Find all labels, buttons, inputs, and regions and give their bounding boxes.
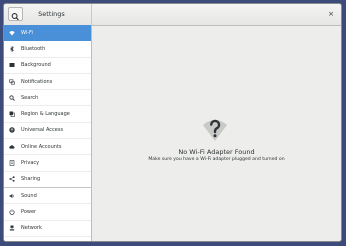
- network-icon: [9, 225, 15, 231]
- sidebar-item-privacy[interactable]: Privacy: [4, 155, 91, 172]
- wifi-question-icon: [203, 119, 227, 141]
- sidebar-item-label: Bluetooth: [21, 45, 46, 52]
- sharing-icon: [9, 176, 15, 183]
- sidebar-item-label: Sound: [21, 192, 37, 199]
- sidebar-item-region[interactable]: Region & Language: [4, 106, 91, 123]
- sidebar-title: Settings: [38, 10, 65, 18]
- header-bar: Settings ×: [4, 4, 341, 26]
- sidebar-item-label: Wi-Fi: [21, 29, 33, 36]
- sidebar-item-label: Universal Access: [21, 127, 64, 134]
- sidebar-item-label: Background: [21, 62, 51, 69]
- power-icon: [9, 209, 15, 215]
- sidebar-item-label: Sharing: [21, 176, 41, 183]
- wifi-icon: [9, 30, 15, 36]
- sidebar-item-label: Region & Language: [21, 111, 70, 118]
- sidebar-item-power[interactable]: Power: [4, 204, 91, 221]
- sidebar-item-label: Privacy: [21, 160, 40, 167]
- sidebar-item-sound[interactable]: Sound: [4, 188, 91, 205]
- sound-icon: [9, 193, 15, 199]
- main-content: No Wi-Fi Adapter Found Make sure you hav…: [92, 25, 341, 241]
- sidebar-item-label: Notifications: [21, 78, 53, 85]
- online-accounts-icon: [9, 144, 15, 150]
- sidebar-item-wifi[interactable]: Wi-Fi: [4, 25, 91, 42]
- sidebar-item-label: Power: [21, 208, 37, 215]
- sidebar-item-label: Network: [21, 225, 42, 232]
- close-icon: ×: [328, 10, 334, 18]
- sidebar-item-background[interactable]: Background: [4, 58, 91, 74]
- sidebar-item-sharing[interactable]: Sharing: [4, 172, 91, 188]
- sidebar-item-label: Search: [21, 94, 39, 101]
- sidebar-item-label: Online Accounts: [21, 143, 62, 150]
- sidebar: Wi-Fi Bluetooth Background Notifications…: [4, 25, 92, 241]
- sidebar-item-bluetooth[interactable]: Bluetooth: [4, 41, 91, 58]
- search-icon: [9, 95, 15, 101]
- sidebar-item-online-accounts[interactable]: Online Accounts: [4, 139, 91, 156]
- region-icon: [9, 111, 15, 117]
- close-button[interactable]: ×: [326, 9, 336, 19]
- sidebar-item-universal-access[interactable]: Universal Access: [4, 123, 91, 140]
- sidebar-item-search[interactable]: Search: [4, 90, 91, 107]
- sidebar-item-notifications[interactable]: Notifications: [4, 74, 91, 91]
- title-separator: [91, 4, 92, 25]
- settings-window: Settings × Wi-Fi Bluetooth Background No…: [3, 3, 342, 242]
- background-icon: [9, 62, 15, 68]
- notifications-icon: [9, 79, 15, 85]
- empty-state-subtitle: Make sure you have a Wi-Fi adapter plugg…: [148, 157, 285, 162]
- bluetooth-icon: [9, 45, 15, 52]
- empty-state-title: No Wi-Fi Adapter Found: [178, 148, 255, 156]
- sidebar-item-network[interactable]: Network: [4, 221, 91, 237]
- privacy-icon: [9, 160, 15, 166]
- universal-access-icon: [9, 127, 15, 134]
